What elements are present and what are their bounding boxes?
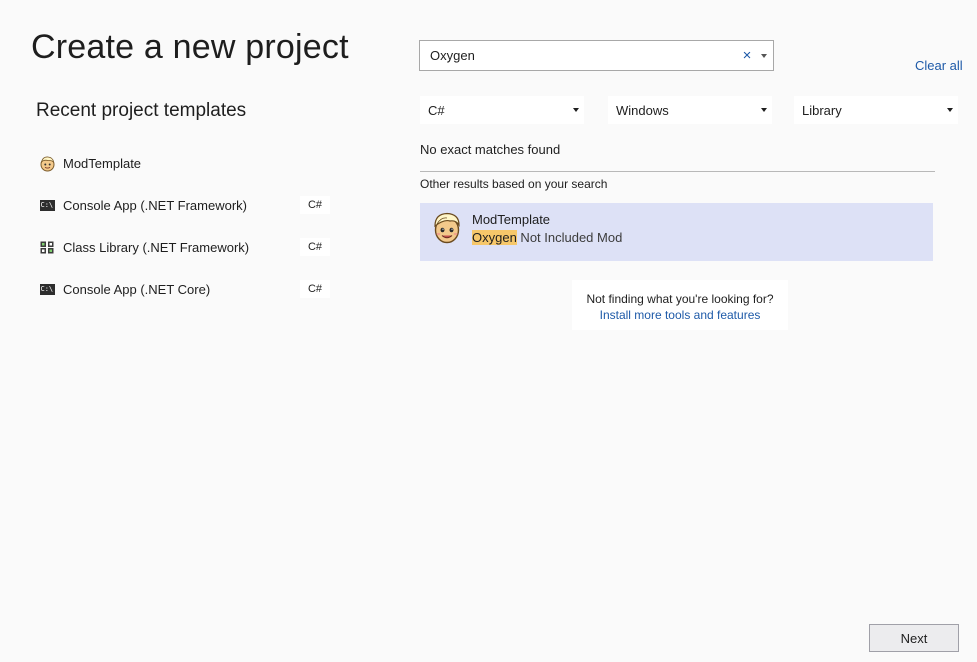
project-type-filter-dropdown[interactable]: Library [794,96,958,124]
project-type-filter-value: Library [802,102,842,118]
recent-template-modtemplate[interactable]: ModTemplate [38,151,330,175]
recent-template-label: Console App (.NET Core) [63,281,211,297]
chevron-down-icon [761,108,767,112]
mod-face-icon [432,211,462,245]
result-description-rest: Not Included Mod [516,230,623,245]
platform-filter-dropdown[interactable]: Windows [608,96,772,124]
mod-face-icon [38,155,56,171]
clear-all-link[interactable]: Clear all [915,58,963,73]
page-title: Create a new project [31,28,349,66]
recent-templates-heading: Recent project templates [36,100,247,121]
next-button[interactable]: Next [869,624,959,652]
other-results-heading: Other results based on your search [420,177,608,191]
result-title: ModTemplate [472,212,551,227]
results-divider [420,171,935,172]
no-matches-text: No exact matches found [420,142,561,157]
recent-template-console-app-framework[interactable]: C:\ Console App (.NET Framework) C# [38,193,330,217]
search-term-highlight: Oxygen [472,230,517,245]
chevron-down-icon [573,108,579,112]
recent-template-label: Console App (.NET Framework) [63,197,247,213]
clear-search-icon[interactable]: × [740,47,754,64]
console-icon: C:\ [39,283,55,295]
recent-template-label: ModTemplate [63,155,142,171]
result-description: Oxygen Not Included Mod [472,230,622,245]
help-box: Not finding what you're looking for? Ins… [572,280,788,330]
search-history-dropdown-icon[interactable] [761,53,767,58]
help-question: Not finding what you're looking for? [586,292,774,306]
template-search-input[interactable] [430,43,740,68]
template-search-box[interactable]: × [419,40,774,71]
platform-filter-value: Windows [616,102,669,118]
recent-template-console-app-core[interactable]: C:\ Console App (.NET Core) C# [38,277,330,301]
language-badge: C# [300,238,330,256]
console-icon: C:\ [39,199,55,211]
recent-template-class-library-framework[interactable]: Class Library (.NET Framework) C# [38,235,330,259]
language-filter-value: C# [428,102,445,118]
search-result-modtemplate[interactable]: ModTemplate Oxygen Not Included Mod [420,203,933,261]
language-badge: C# [300,196,330,214]
recent-template-label: Class Library (.NET Framework) [63,239,250,255]
language-filter-dropdown[interactable]: C# [420,96,584,124]
class-library-icon [38,239,56,255]
language-badge: C# [300,280,330,298]
install-more-tools-link[interactable]: Install more tools and features [572,308,788,322]
chevron-down-icon [947,108,953,112]
